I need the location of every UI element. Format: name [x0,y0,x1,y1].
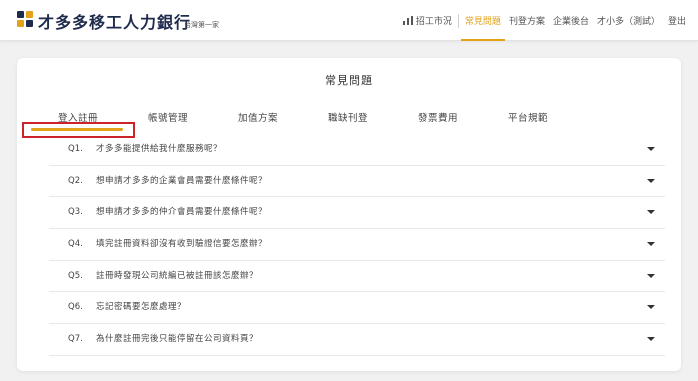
page-title: 常見問題 [325,74,373,87]
faq-question: 想申請才多多的企業會員需要什麼條件呢？ [96,175,268,186]
faq-card: 常見問題 登入註冊 帳號管理 加值方案 職缺刊登 發票費用 平台規範 Q1. 才… [17,58,681,371]
nav-item-label: 登出 [667,17,686,27]
faq-item[interactable]: Q6. 忘記密碼要怎麼處理？ [49,292,665,325]
tab-account-management[interactable]: 帳號管理 [148,110,188,124]
nav-item-faq[interactable]: 常見問題 [460,0,505,41]
faq-number: Q6. [68,302,83,313]
nav-item-label: 常見問題 [464,17,501,27]
tab-value-added-plans[interactable]: 加值方案 [238,110,278,124]
logo-icon[interactable] [16,10,34,28]
faq-item[interactable]: Q5. 註冊時發現公司統編已被註冊該怎麼辦？ [49,261,665,293]
faq-item[interactable]: Q7. 為什麼註冊完後只能停留在公司資料頁？ [49,324,665,356]
nav-item-logout[interactable]: 登出 [664,0,690,41]
nav-item-label: 才小多（測試） [596,17,660,27]
chevron-down-icon[interactable] [647,147,655,151]
bar-chart-icon [402,16,413,25]
chevron-down-icon[interactable] [647,305,655,310]
faq-item[interactable]: Q4. 填完註冊資料卻沒有收到驗證信要怎麼辦？ [49,229,665,261]
faq-question: 才多多能提供給我什麼服務呢？ [96,144,223,154]
faq-question: 想申請才多多的仲介會員需要什麼條件呢？ [96,207,268,218]
faq-item[interactable]: Q2. 想申請才多多的企業會員需要什麼條件呢？ [49,166,665,198]
nav-item-company-admin[interactable]: 企業後台 [549,0,593,41]
faq-number: Q3. [68,207,83,218]
faq-list: Q1. 才多多能提供給我什麼服務呢？ Q2. 想申請才多多的企業會員需要什麼條件… [49,134,665,356]
chevron-down-icon[interactable] [647,210,655,215]
nav-item-label: 刊登方案 [508,17,545,27]
nav-divider [457,13,459,28]
faq-number: Q1. [68,144,83,154]
faq-number: Q7. [68,334,83,345]
nav-item-plans[interactable]: 刊登方案 [505,0,549,41]
chevron-down-icon[interactable] [647,178,655,183]
nav-item-user-account[interactable]: 才小多（測試） [593,0,664,41]
brand-name[interactable]: 才多多移工人力銀行 [38,9,191,33]
faq-item[interactable]: Q3. 想申請才多多的仲介會員需要什麼條件呢？ [49,197,665,230]
chevron-down-icon[interactable] [647,242,655,247]
faq-question: 註冊時發現公司統編已被註冊該怎麼辦？ [96,270,259,281]
faq-item[interactable]: Q1. 才多多能提供給我什麼服務呢？ [49,134,665,166]
faq-question: 填完註冊資料卻沒有收到驗證信要怎麼辦？ [96,239,268,250]
main-nav: 招工市況 常見問題 刊登方案 企業後台 才小多（測試） 登出 [399,0,690,41]
faq-question: 忘記密碼要怎麼處理？ [96,302,187,313]
faq-question: 為什麼註冊完後只能停留在公司資料頁？ [96,334,259,345]
tab-invoice-fees[interactable]: 發票費用 [418,110,458,124]
nav-item-label: 招工市況 [415,17,452,27]
faq-number: Q5. [68,270,83,281]
nav-item-market[interactable]: 招工市況 [399,0,456,41]
faq-number: Q4. [68,239,83,250]
nav-item-label: 企業後台 [552,17,589,27]
tab-platform-rules[interactable]: 平台規範 [508,110,548,124]
top-navigation-bar: 才多多移工人力銀行 台灣第一家 招工市況 常見問題 刊登方案 企業後台 才小多（… [0,0,698,41]
brand-tagline: 台灣第一家 [184,21,219,29]
chevron-down-icon[interactable] [647,337,655,342]
chevron-down-icon[interactable] [647,273,655,278]
tab-job-posting[interactable]: 職缺刊登 [328,110,368,124]
faq-number: Q2. [68,175,83,186]
